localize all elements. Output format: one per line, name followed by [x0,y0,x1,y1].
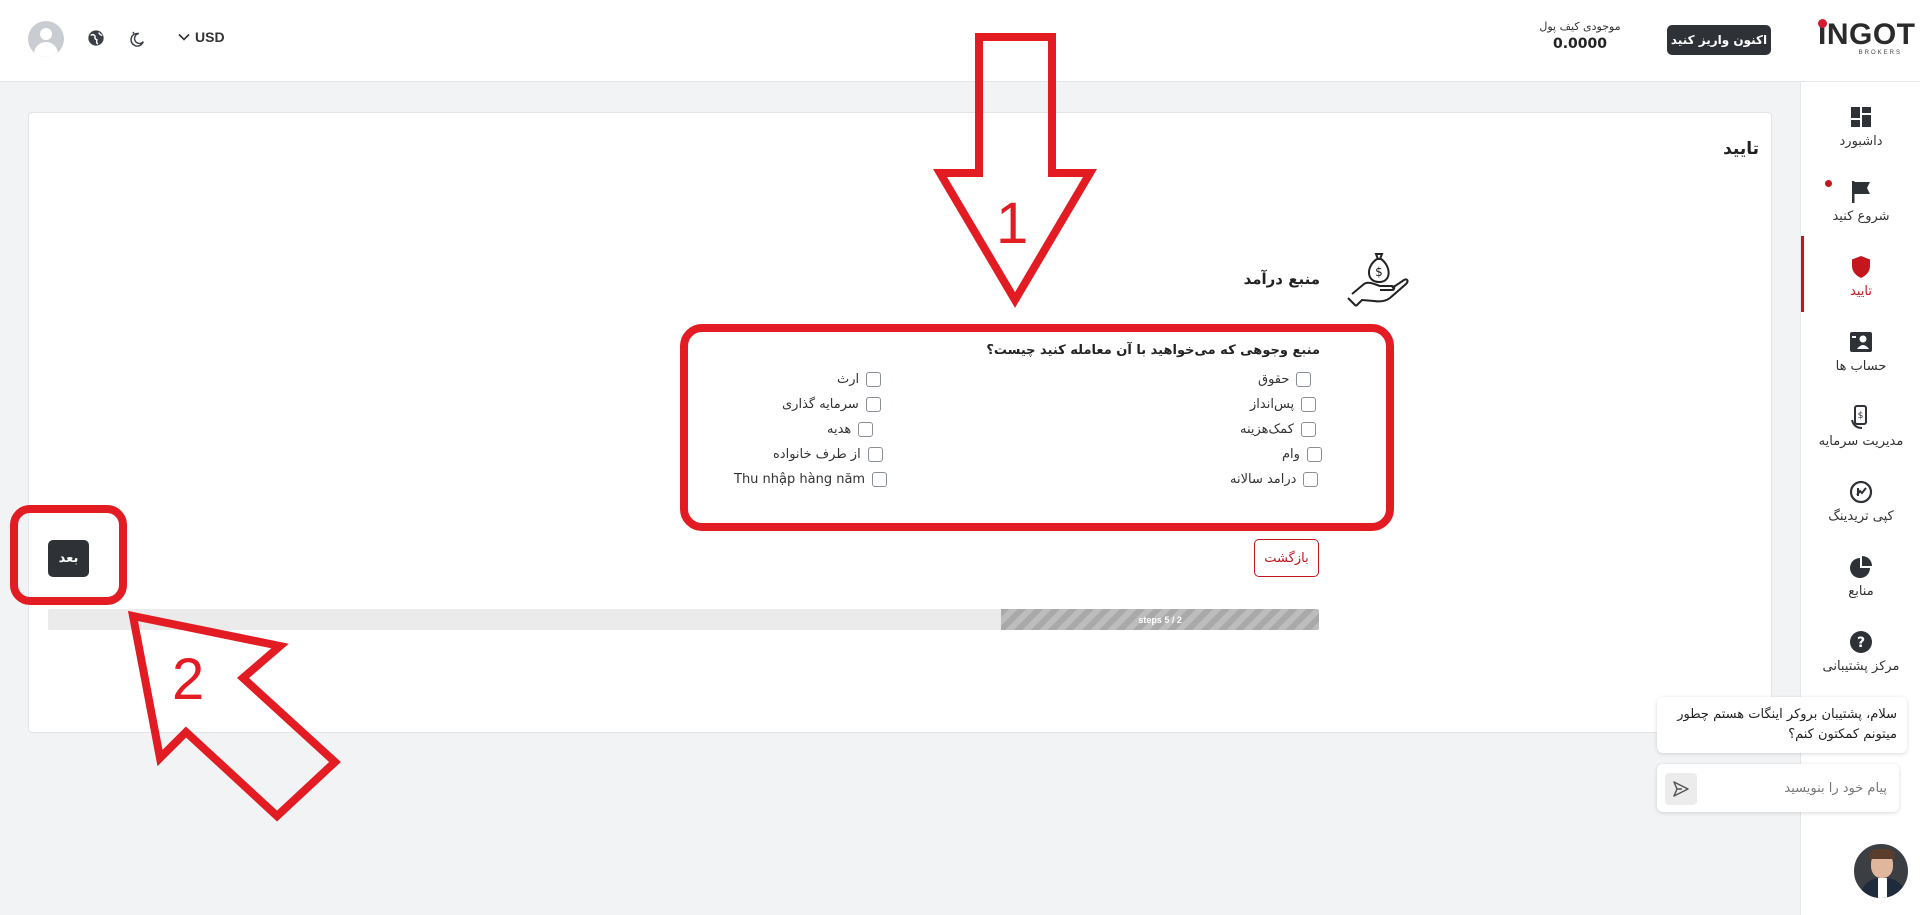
sidebar-item-get-started[interactable]: شروع کنید [1801,167,1920,237]
sidebar-item-label: منابع [1848,584,1874,599]
section-title: منبع درآمد [1243,270,1320,288]
money-bag-hand-icon: $ [1347,253,1409,307]
send-icon [1673,781,1689,797]
back-button[interactable]: بازگشت [1254,539,1319,577]
svg-text:?: ? [1857,635,1865,651]
progress-bar: steps 5 / 2 [48,609,1319,630]
money-management-icon: $ [1851,405,1867,429]
sidebar-item-label: مرکز پشتیبانی [1822,659,1900,674]
logo-subtext: BROKERS [1858,50,1902,56]
globe-icon[interactable] [87,29,105,47]
dashboard-icon [1851,107,1871,127]
logo-text: INGOT [1818,18,1916,51]
chat-message-input[interactable] [1707,774,1887,802]
sidebar-item-label: تایید [1850,284,1872,299]
flag-icon [1852,181,1870,203]
help-icon: ? [1850,631,1872,653]
sidebar-item-label: حساب ها [1835,359,1887,374]
currency-label: USD [195,29,225,45]
annotation-box-options [680,324,1394,531]
sidebar-item-resources[interactable]: منابع [1801,542,1920,612]
annotation-number-2: 2 [172,647,205,712]
sidebar-item-verification[interactable]: تایید [1801,236,1920,312]
support-agent-avatar[interactable] [1852,842,1910,900]
chat-message: سلام، پشتیبان بروکر اینگات هستم چطور میت… [1657,697,1907,753]
sidebar-item-accounts[interactable]: حساب ها [1801,317,1920,387]
deposit-now-button[interactable]: اکنون واریز کنید [1667,25,1771,55]
send-button[interactable] [1665,773,1697,805]
page-title: تایید [1723,139,1759,159]
sidebar-item-money-management[interactable]: $ مدیریت سرمایه [1801,392,1920,462]
dark-mode-moon-icon[interactable] [128,30,146,48]
sidebar-item-label: داشبورد [1839,134,1883,149]
resources-icon [1850,556,1872,578]
chevron-down-icon [178,33,190,41]
annotation-number-1: 1 [996,191,1029,256]
notification-dot [1825,180,1832,187]
sidebar-item-label: مدیریت سرمایه [1818,434,1904,449]
user-avatar-icon[interactable] [28,21,64,57]
sidebar-item-label: کپی تریدینگ [1828,509,1894,524]
chat-input-box [1657,764,1899,812]
sidebar-item-dashboard[interactable]: داشبورد [1801,92,1920,162]
progress-text: steps 5 / 2 [1138,614,1182,625]
shield-icon [1852,256,1870,278]
progress-fill: steps 5 / 2 [1001,609,1319,630]
annotation-box-next [10,505,127,605]
top-bar: USD موجودی کیف پول 0.0000 اکنون واریز کن… [0,0,1920,82]
svg-text:$: $ [1858,411,1864,421]
account-icon [1850,332,1872,352]
sidebar-item-support-center[interactable]: ? مرکز پشتیبانی [1801,617,1920,687]
sidebar-item-copy-trading[interactable]: کپی تریدینگ [1801,467,1920,537]
svg-text:$: $ [1375,265,1383,279]
ingot-logo[interactable]: INGOT BROKERS [1818,18,1916,60]
wallet-label: موجودی کیف پول [1539,20,1621,33]
copy-trading-icon [1849,480,1873,504]
wallet-value: 0.0000 [1552,36,1608,52]
currency-selector[interactable]: USD [177,29,225,45]
sidebar-item-label: شروع کنید [1832,209,1890,224]
wallet-balance: موجودی کیف پول 0.0000 [1520,20,1640,52]
